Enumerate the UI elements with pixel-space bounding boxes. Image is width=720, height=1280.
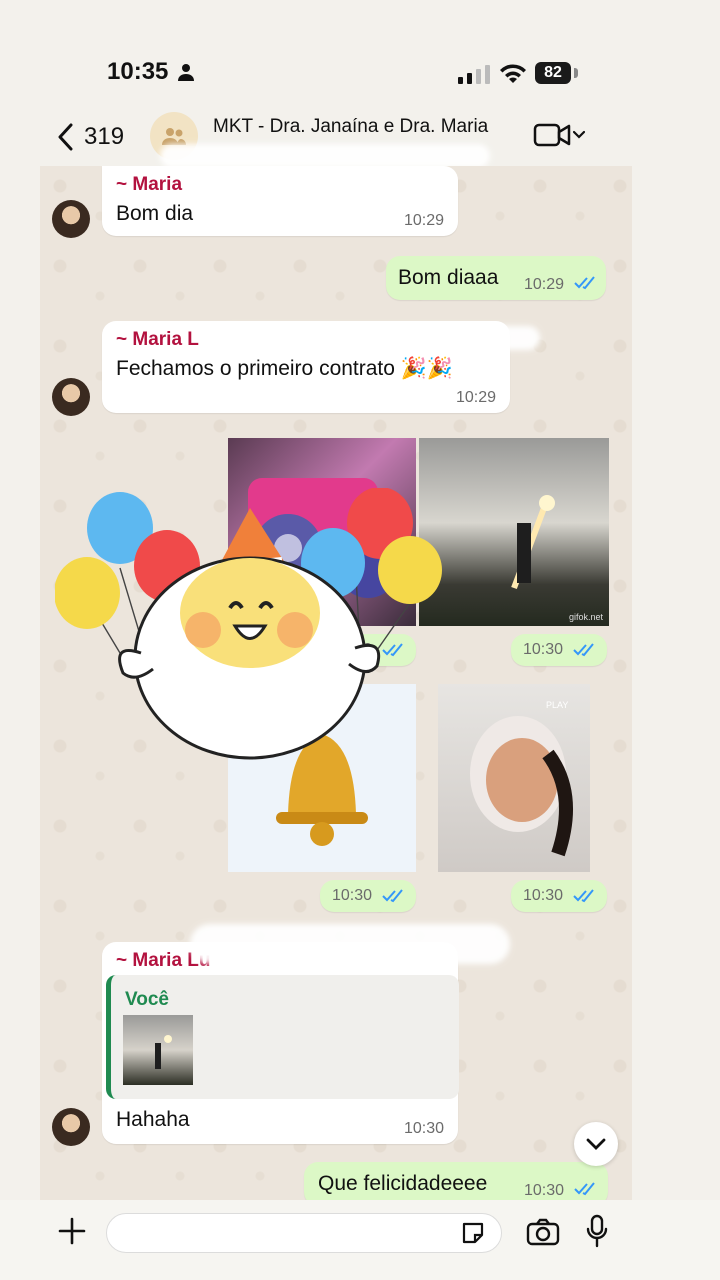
sparkler-thumbnail (155, 1035, 172, 1069)
avatar[interactable] (52, 200, 90, 238)
double-check-icon (574, 1182, 595, 1196)
battery-nub (574, 68, 578, 78)
message-time: 10:30 (332, 641, 373, 658)
video-camera-icon (533, 123, 571, 147)
status-bar: 10:35 82 (0, 0, 720, 110)
message-input-box[interactable] (106, 1213, 502, 1253)
redaction-scribble (190, 924, 510, 964)
chevron-down-icon (573, 130, 585, 139)
image-bell[interactable] (228, 684, 416, 872)
message-time: 10:30 (524, 1182, 565, 1199)
reply-thumbnail (123, 1015, 193, 1085)
bell-illustration (276, 734, 368, 846)
time-pill: 10:30 (511, 634, 607, 666)
chat-header: 319 MKT - Dra. Janaína e Dra. Maria (0, 110, 720, 168)
image-child-in-towel[interactable]: PLAY (438, 684, 590, 872)
time-pill: 10:30 (320, 880, 416, 912)
reply-author: Você (125, 989, 170, 1010)
chevron-down-icon (586, 1138, 606, 1150)
child-photo-illustration: PLAY (470, 700, 573, 857)
image-toy-car[interactable] (228, 438, 416, 626)
message-text: Hahaha (116, 1108, 190, 1131)
play-label: PLAY (546, 700, 568, 710)
message-time: 10:29 (403, 212, 444, 229)
message-time: 10:29 (524, 276, 565, 293)
message-time: 10:30 (523, 887, 564, 904)
message-time: 10:30 (523, 641, 564, 658)
message-bubble-outgoing[interactable]: Que felicidadeeee 10:30 (304, 1162, 608, 1200)
battery-indicator: 82 (535, 62, 571, 84)
message-bubble-outgoing[interactable]: Bom diaaa 10:29 (386, 256, 606, 300)
video-call-button[interactable] (533, 122, 585, 148)
unread-count: 319 (84, 123, 125, 150)
message-text: Fechamos o primeiro contrato 🎉🎉 (116, 357, 454, 380)
time-pill: 10:30 (511, 880, 607, 912)
image-sparkler[interactable]: gifok.net (419, 438, 609, 626)
message-text: Bom dia (116, 202, 194, 225)
group-icon (162, 128, 186, 145)
message-input[interactable] (121, 1214, 455, 1252)
sender-name: ~ Maria L (116, 329, 199, 350)
person-icon (178, 64, 194, 81)
composer-bar (0, 1200, 720, 1280)
plus-icon[interactable] (57, 1216, 87, 1246)
message-time: 10:29 (455, 389, 496, 406)
wifi-icon (500, 64, 526, 83)
reply-quote[interactable]: Você (106, 975, 459, 1099)
double-check-icon (382, 889, 403, 903)
chevron-left-icon (58, 123, 73, 151)
double-check-icon (573, 643, 594, 657)
avatar[interactable] (52, 378, 90, 416)
status-time: 10:35 (107, 58, 169, 85)
message-text: Que felicidadeeee (318, 1172, 488, 1195)
message-time: 10:30 (403, 1120, 444, 1137)
sparkler-illustration: gifok.net (511, 495, 604, 622)
back-button[interactable]: 319 (56, 120, 124, 154)
message-time: 10:30 (332, 887, 373, 904)
message-bubble[interactable]: ~ Maria Bom dia 10:29 (102, 166, 458, 236)
microphone-icon[interactable] (585, 1214, 609, 1248)
message-text: Bom diaaa (398, 266, 499, 289)
cellular-signal-icon (458, 65, 490, 84)
group-title[interactable]: MKT - Dra. Janaína e Dra. Maria (213, 116, 488, 138)
toy-car-illustration (248, 478, 398, 598)
camera-icon[interactable] (526, 1218, 560, 1246)
double-check-icon (382, 643, 403, 657)
double-check-icon (574, 276, 595, 290)
sender-name: ~ Maria (116, 174, 183, 195)
scroll-to-bottom-button[interactable] (574, 1122, 618, 1166)
sticker-icon[interactable] (460, 1220, 486, 1246)
time-pill: 10:30 (320, 634, 416, 666)
double-check-icon (573, 889, 594, 903)
avatar[interactable] (52, 1108, 90, 1146)
watermark: gifok.net (569, 612, 604, 622)
redaction-scribble (160, 144, 490, 168)
redaction-scribble (220, 326, 540, 350)
